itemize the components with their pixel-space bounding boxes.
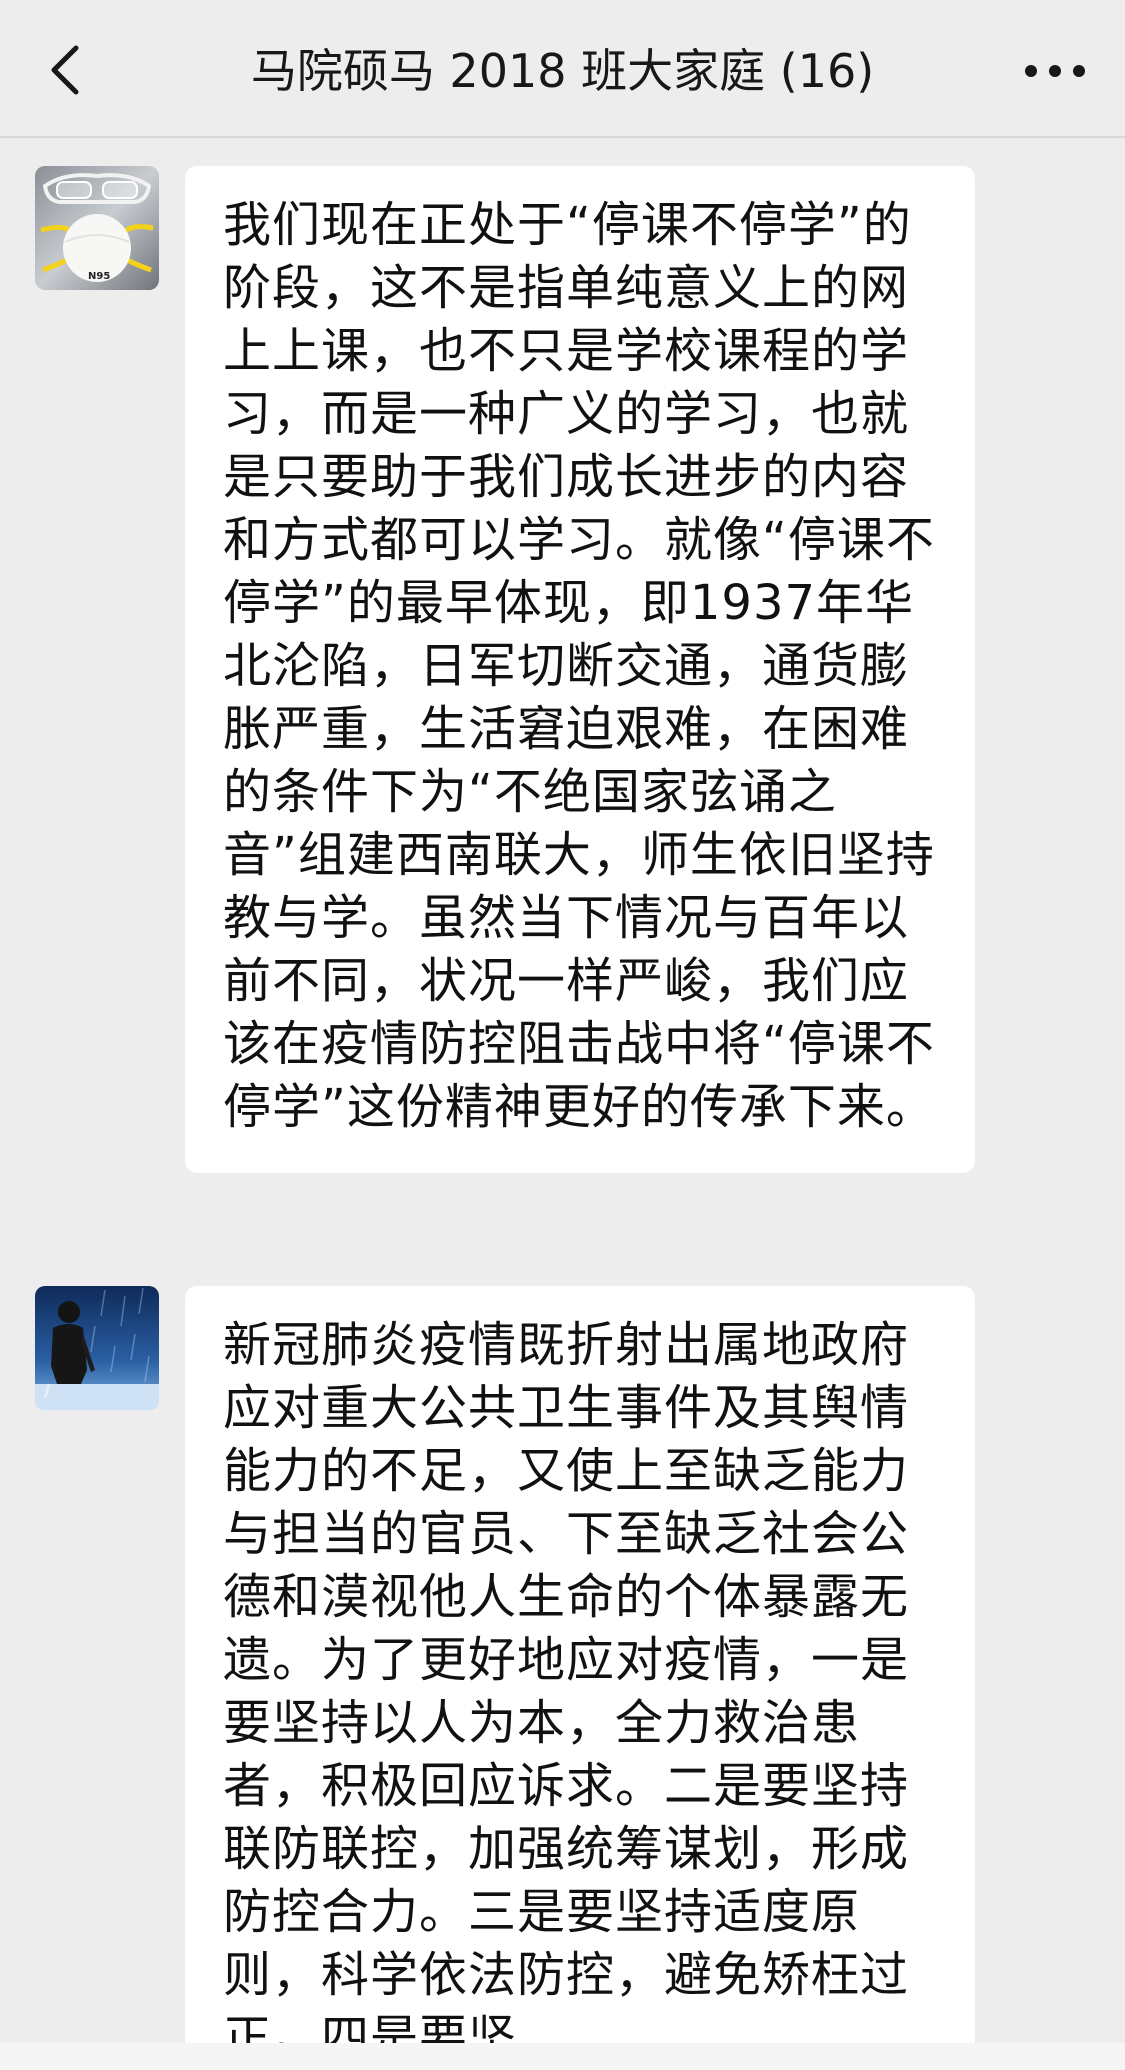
svg-text:N95: N95 xyxy=(88,271,110,282)
message-bubble[interactable]: 我们现在正处于“停课不停学”的阶段，这不是指单纯意义上的网上上课，也不只是学校课… xyxy=(185,166,975,1173)
chat-title: 马院硕马 2018 班大家庭 (16) xyxy=(250,44,875,98)
message-text: 新冠肺炎疫情既折射出属地政府应对重大公共卫生事件及其舆情能力的不足，又使上至缺乏… xyxy=(223,1317,910,2043)
more-dots-icon xyxy=(1025,65,1085,77)
more-button[interactable] xyxy=(1015,40,1095,100)
back-button[interactable] xyxy=(40,30,100,110)
message-list[interactable]: N95 我们现在正处于“停课不停学”的阶段，这不是指单纯意义上的网上上课，也不只… xyxy=(0,138,1125,2043)
bottom-edge xyxy=(0,2043,1125,2070)
avatar[interactable]: N95 xyxy=(35,166,159,290)
person-in-rain-avatar-icon xyxy=(35,1286,159,1410)
n95-mask-avatar-icon: N95 xyxy=(35,166,159,290)
avatar[interactable] xyxy=(35,1286,159,1410)
chat-header: 马院硕马 2018 班大家庭 (16) xyxy=(0,0,1125,138)
chevron-left-icon xyxy=(51,45,79,95)
message-text: 我们现在正处于“停课不停学”的阶段，这不是指单纯意义上的网上上课，也不只是学校课… xyxy=(223,197,935,1135)
message-bubble[interactable]: 新冠肺炎疫情既折射出属地政府应对重大公共卫生事件及其舆情能力的不足，又使上至缺乏… xyxy=(185,1286,975,2043)
